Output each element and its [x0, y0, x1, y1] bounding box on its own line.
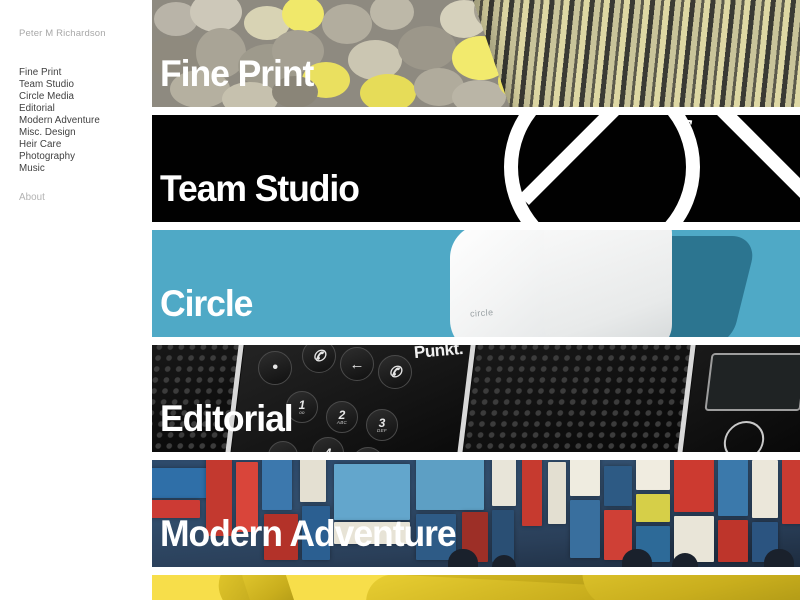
project-banner-circle[interactable]: circle Circle — [152, 230, 800, 337]
device-brand-label: circle — [469, 307, 494, 319]
sidebar: Peter M Richardson Fine Print Team Studi… — [0, 0, 152, 600]
sidebar-item-fine-print[interactable]: Fine Print — [19, 67, 152, 79]
project-banner-modern-adventure[interactable]: Modern Adventure — [152, 460, 800, 567]
back-key-icon: ← — [340, 347, 374, 381]
device-body-back — [544, 230, 672, 337]
project-banner-team-studio[interactable]: s Team Studio — [152, 115, 800, 222]
primary-nav: Fine Print Team Studio Circle Media Edit… — [19, 67, 152, 175]
phone-display-screen — [704, 353, 800, 411]
team-studio-logo-right-stroke — [713, 115, 800, 205]
key-digit: 1 — [298, 397, 306, 412]
project-title: Circle — [160, 283, 253, 324]
project-title: Modern Adventure — [160, 513, 457, 554]
misc-design-artwork — [152, 575, 800, 600]
key-digit: 2 — [338, 407, 346, 422]
sidebar-item-heir-care[interactable]: Heir Care — [19, 139, 152, 151]
sidebar-item-team-studio[interactable]: Team Studio — [19, 79, 152, 91]
key-sub: oo — [299, 409, 305, 415]
sidebar-item-photography[interactable]: Photography — [19, 151, 152, 163]
project-title: Team Studio — [160, 168, 360, 209]
site-title: Peter M Richardson — [19, 28, 106, 39]
end-call-key-icon: ✆ — [378, 355, 412, 389]
sidebar-item-misc-design[interactable]: Misc. Design — [19, 127, 152, 139]
keypad-key-2: 2 ABC — [326, 401, 358, 433]
key-digit: 3 — [378, 415, 386, 430]
zipper-teeth — [470, 0, 800, 107]
sidebar-item-about[interactable]: About — [19, 192, 152, 204]
sidebar-item-circle-media[interactable]: Circle Media — [19, 91, 152, 103]
project-banner-misc-design[interactable]: Misc. Design — [152, 575, 800, 600]
secondary-nav: About — [19, 192, 152, 204]
project-title: Fine Print — [160, 53, 314, 94]
phone-speaker-panel-2 — [460, 345, 696, 452]
project-banner-fine-print[interactable]: Fine Print — [152, 0, 800, 107]
project-title: Editorial — [160, 398, 294, 439]
key-sub: DEF — [377, 427, 387, 433]
project-banner-list: Fine Print s Team Studio circle Circle P… — [152, 0, 800, 600]
sidebar-item-editorial[interactable]: Editorial — [19, 103, 152, 115]
project-banner-editorial[interactable]: Punkt. • ✆ ← ✆ 1 oo 2 ABC 3 DEF 4 — [152, 345, 800, 452]
key-sub: ABC — [336, 419, 348, 425]
sidebar-item-music[interactable]: Music — [19, 163, 152, 175]
keypad-key-3: 3 DEF — [366, 409, 398, 441]
team-studio-logo-superscript: s — [680, 115, 694, 144]
key-digit: 4 — [325, 447, 332, 452]
portfolio-page: Peter M Richardson Fine Print Team Studi… — [0, 0, 800, 600]
power-key-icon: • — [258, 351, 292, 385]
sidebar-item-modern-adventure[interactable]: Modern Adventure — [19, 115, 152, 127]
